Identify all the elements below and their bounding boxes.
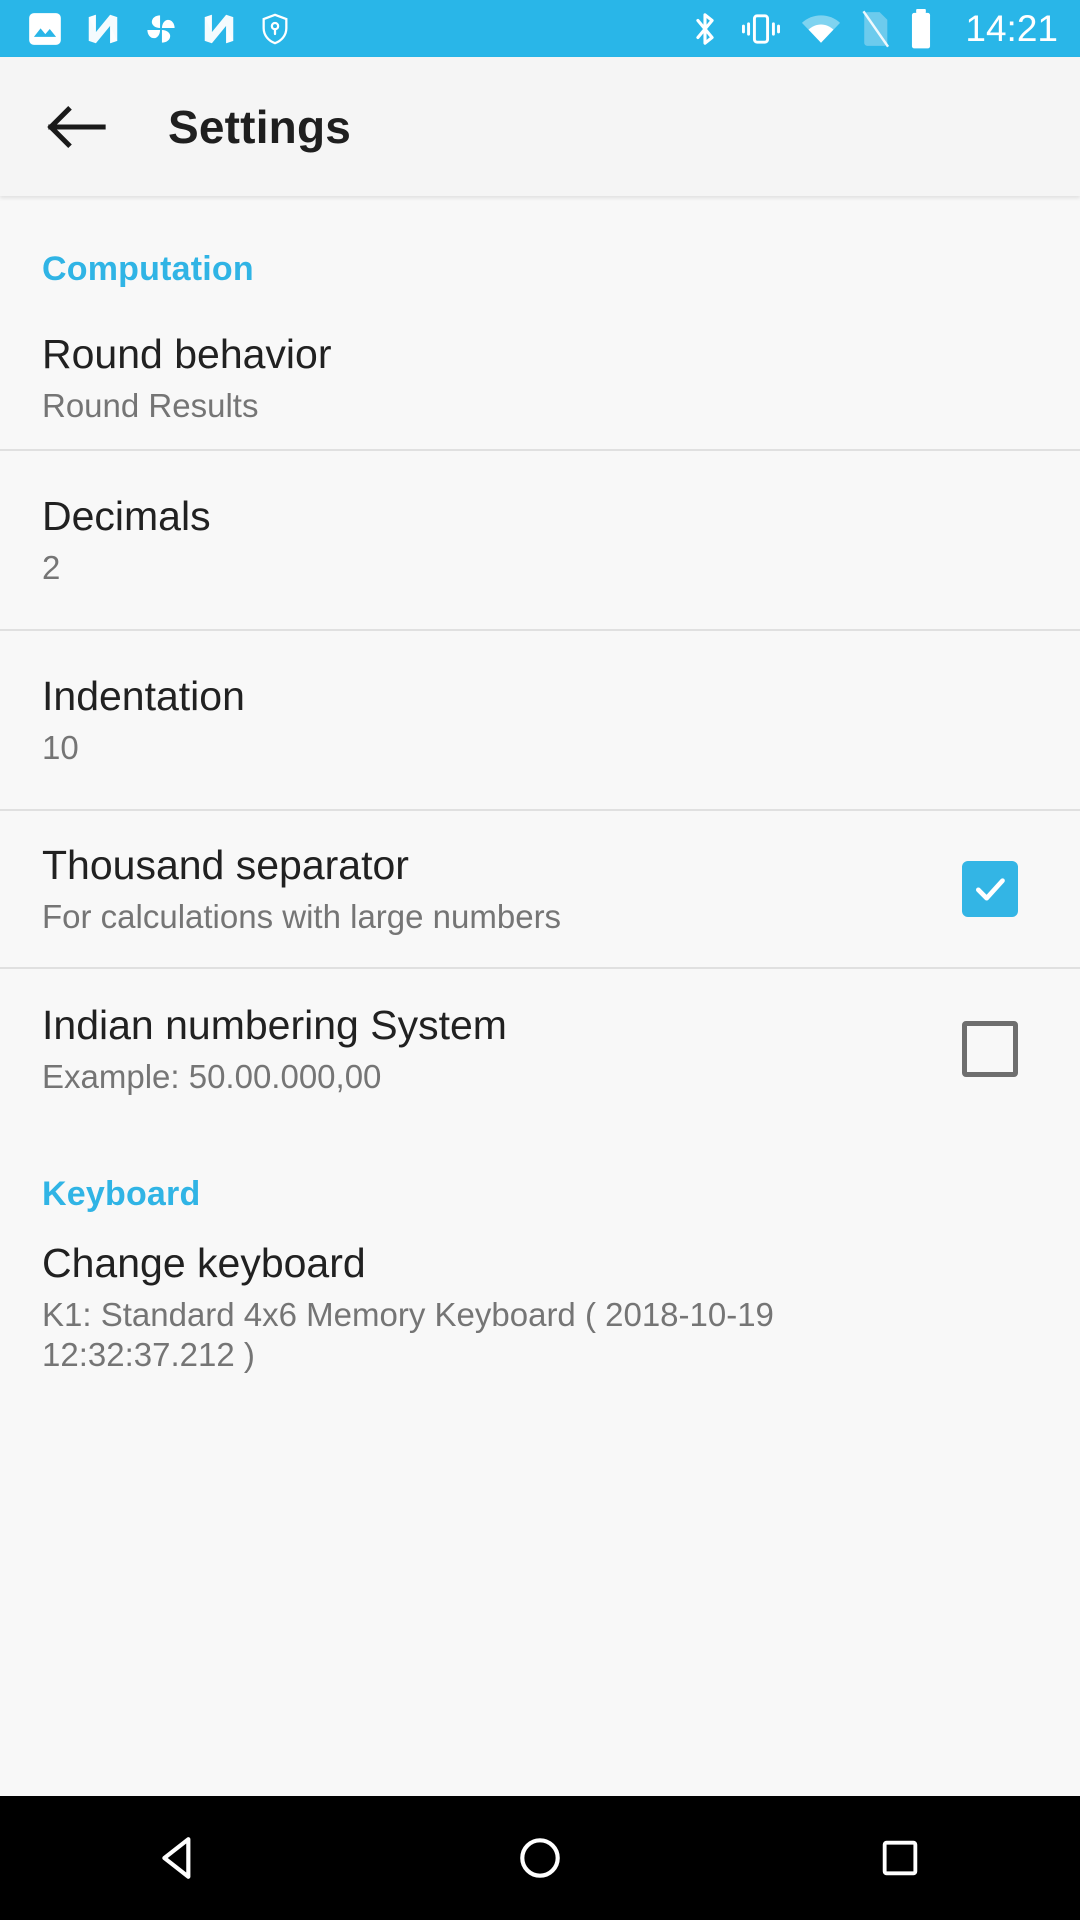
back-arrow-icon [47,105,106,148]
home-circle-icon [520,1838,560,1878]
vibrate-icon [739,10,783,48]
pref-thousand-separator[interactable]: Thousand separator For calculations with… [0,811,1080,967]
pref-summary: K1: Standard 4x6 Memory Keyboard ( 2018-… [42,1295,774,1374]
pref-round-behavior[interactable]: Round behavior Round Results [0,289,1080,449]
pref-title: Decimals [42,492,211,539]
settings-list[interactable]: Computation Round behavior Round Results… [0,196,1080,1796]
indian-numbering-checkbox[interactable] [942,1001,1038,1097]
thousand-separator-checkbox[interactable] [942,841,1038,937]
bluetooth-icon [688,9,722,49]
no-sim-icon [859,9,891,49]
checkbox-unchecked [962,1021,1018,1077]
pref-decimals[interactable]: Decimals 2 [0,451,1080,629]
pref-summary: Example: 50.00.000,00 [42,1058,382,1096]
nav-back-button[interactable] [110,1796,250,1920]
section-header-keyboard: Keyboard [42,1175,201,1213]
pref-title: Thousand separator [42,841,409,888]
app-bar: Settings [0,57,1080,196]
system-icons: 14:21 [688,8,1058,50]
pref-text: Indentation 10 [42,672,1038,769]
pref-summary: 10 [42,729,79,767]
pref-title: Indian numbering System [42,1001,507,1048]
phone-screen: 14:21 Settings Computation Round behavio… [0,0,1080,1920]
image-icon [26,10,64,48]
back-triangle-icon [162,1837,191,1879]
checkbox-checked [962,861,1018,917]
pref-title: Change keyboard [42,1239,366,1286]
page-title: Settings [168,100,352,153]
back-button[interactable] [44,95,108,159]
recents-square-icon [882,1840,918,1876]
wifi-icon [800,12,842,46]
notification-icons [26,10,292,48]
pref-summary: Round Results [42,387,259,425]
pref-text: Round behavior Round Results [42,330,1038,427]
pref-text: Thousand separator For calculations with… [42,841,922,938]
pref-text: Decimals 2 [42,492,1038,589]
status-bar: 14:21 [0,0,1080,57]
shield-key-icon [258,12,292,46]
pref-change-keyboard[interactable]: Change keyboard K1: Standard 4x6 Memory … [0,1214,1080,1384]
nav-home-button[interactable] [470,1796,610,1920]
nav-recents-button[interactable] [830,1796,970,1920]
pref-indentation[interactable]: Indentation 10 [0,631,1080,809]
battery-full-icon [908,8,934,50]
pref-indian-numbering-system[interactable]: Indian numbering System Example: 50.00.0… [0,969,1080,1129]
nougat-n-icon [84,10,122,48]
pinwheel-icon [142,10,180,48]
nougat-n-icon-2 [200,10,238,48]
pref-summary: For calculations with large numbers [42,898,562,936]
section-header-computation: Computation [42,250,254,288]
pref-title: Round behavior [42,330,332,377]
pref-summary: 2 [42,549,61,587]
status-bar-clock: 14:21 [965,8,1058,49]
navigation-bar [0,1796,1080,1920]
checkmark-icon [976,878,1005,901]
pref-text: Indian numbering System Example: 50.00.0… [42,1001,922,1098]
pref-text: Change keyboard K1: Standard 4x6 Memory … [42,1239,850,1376]
pref-title: Indentation [42,672,245,719]
